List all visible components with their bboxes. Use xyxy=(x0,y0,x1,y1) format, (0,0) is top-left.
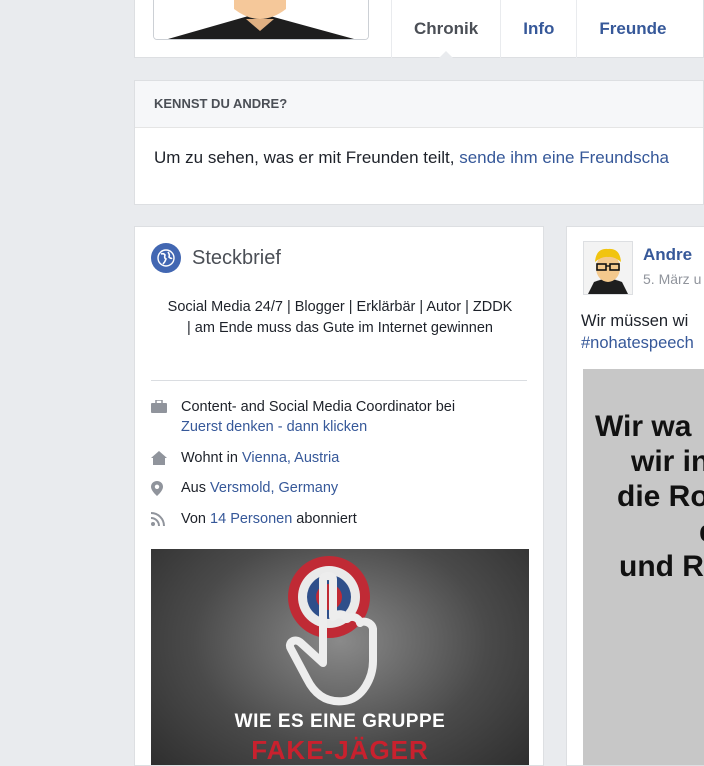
know-person-description: Um zu sehen, was er mit Freunden teilt, xyxy=(154,148,455,167)
followers-prefix: Von xyxy=(181,511,206,527)
post-hashtag-link[interactable]: #nohatespeech xyxy=(581,334,694,352)
work-row: Content- and Social Media Coordinator be… xyxy=(151,397,533,437)
intro-card: Steckbrief Social Media 24/7 | Blogger |… xyxy=(134,226,544,766)
briefcase-icon xyxy=(151,397,181,437)
intro-bio: Social Media 24/7 | Blogger | Erklärbär … xyxy=(167,299,513,336)
lives-prefix: Wohnt in xyxy=(181,450,238,466)
post-author-avatar[interactable] xyxy=(583,241,633,295)
know-person-card: KENNST DU ANDRE? Um zu sehen, was er mit… xyxy=(134,80,704,205)
featured-image[interactable]: WIE ES EINE GRUPPE FAKE-JÄGER xyxy=(151,549,529,765)
know-person-text: Um zu sehen, was er mit Freunden teilt, … xyxy=(135,128,703,168)
know-person-title: KENNST DU ANDRE? xyxy=(135,81,703,128)
work-link[interactable]: Zuerst denken - dann klicken xyxy=(181,419,367,435)
lives-row: Wohnt in Vienna, Austria xyxy=(151,448,533,468)
intro-divider xyxy=(151,380,527,381)
post-text-line: Wir müssen wi xyxy=(581,312,689,330)
post-author-name[interactable]: Andre xyxy=(643,245,692,265)
home-icon xyxy=(151,448,181,468)
profile-header: Chronik Info Freunde xyxy=(134,0,704,59)
profile-tabs: Chronik Info Freunde xyxy=(391,0,703,59)
post-image-text: Wir wa wir in die Ro d und R xyxy=(583,404,704,589)
location-pin-icon xyxy=(151,478,181,498)
click-hand-icon xyxy=(286,556,377,706)
post-timestamp[interactable]: 5. März u xyxy=(643,271,701,287)
intro-title: Steckbrief xyxy=(192,246,281,269)
post-card: Andre 5. März u Wir müssen wi #nohatespe… xyxy=(566,226,704,766)
globe-icon xyxy=(151,243,181,273)
followers-suffix: abonniert xyxy=(296,511,357,527)
from-row: Aus Versmold, Germany xyxy=(151,478,533,498)
tab-friends[interactable]: Freunde xyxy=(576,0,688,58)
tab-info[interactable]: Info xyxy=(500,0,576,58)
profile-picture[interactable] xyxy=(153,0,369,40)
avatar-illustration xyxy=(154,0,368,39)
work-text: Content- and Social Media Coordinator be… xyxy=(181,399,456,415)
avatar-illustration xyxy=(584,242,632,294)
rss-icon xyxy=(151,509,181,529)
followers-link[interactable]: 14 Personen xyxy=(210,511,292,527)
post-text: Wir müssen wi #nohatespeech xyxy=(581,310,694,354)
from-link[interactable]: Versmold, Germany xyxy=(210,480,338,496)
tab-chronik[interactable]: Chronik xyxy=(391,0,500,59)
post-image-line: und R xyxy=(619,550,704,583)
promo-line-2: FAKE-JÄGER xyxy=(251,735,429,765)
post-image[interactable]: Wir wa wir in die Ro d und R xyxy=(583,369,704,765)
promo-line-1: WIE ES EINE GRUPPE xyxy=(234,711,446,732)
from-prefix: Aus xyxy=(181,480,206,496)
followers-row: Von 14 Personen abonniert xyxy=(151,509,533,529)
lives-link[interactable]: Vienna, Austria xyxy=(242,450,339,466)
send-friend-request-link[interactable]: sende ihm eine Freundscha xyxy=(459,148,669,167)
intro-header: Steckbrief xyxy=(151,242,281,274)
